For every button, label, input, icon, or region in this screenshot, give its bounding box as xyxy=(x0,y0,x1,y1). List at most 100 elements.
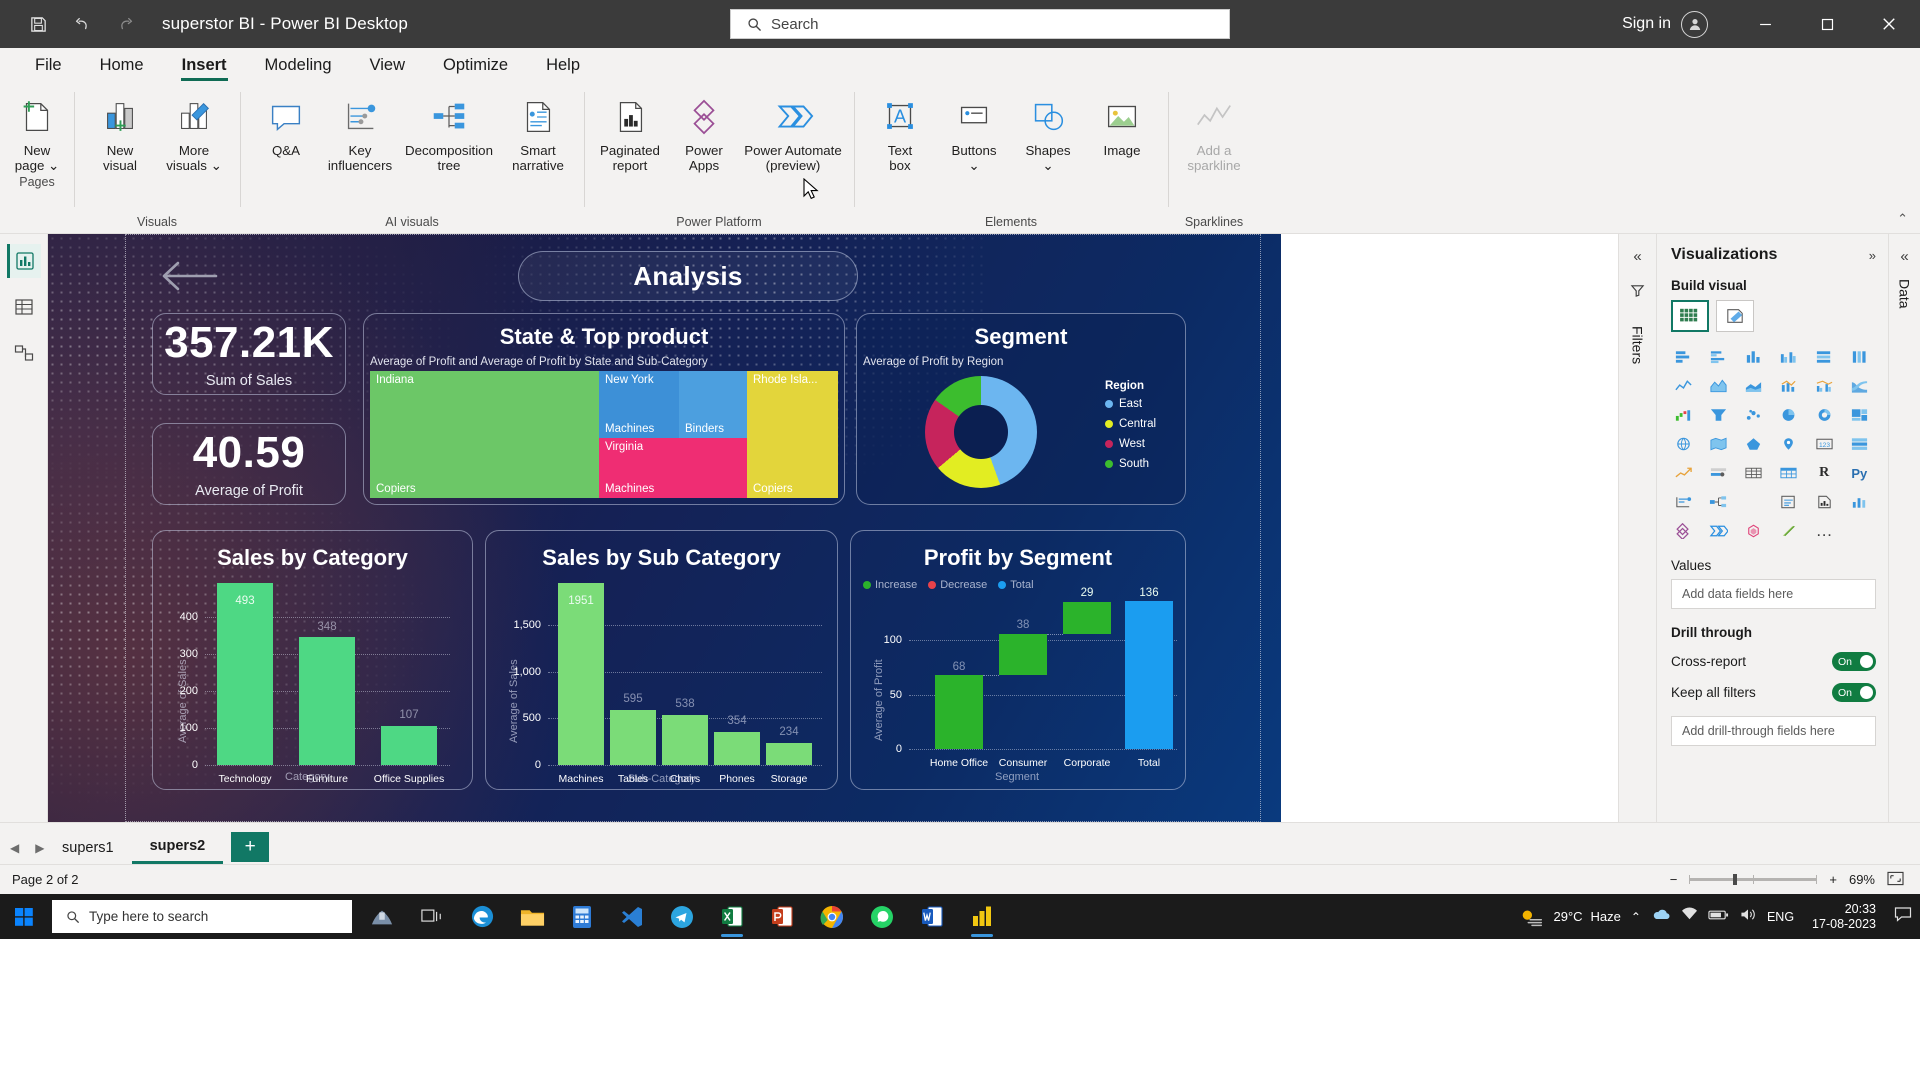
minimize-button[interactable] xyxy=(1734,0,1796,48)
treemap-subtile-binders[interactable]: Binders xyxy=(679,371,747,438)
bar-chairs[interactable] xyxy=(662,714,708,765)
build-fields-tab[interactable] xyxy=(1671,300,1709,332)
save-icon[interactable] xyxy=(18,7,58,41)
scatter-chart-icon[interactable] xyxy=(1741,404,1766,426)
chrome-icon[interactable] xyxy=(808,894,856,939)
powerpoint-icon[interactable] xyxy=(758,894,806,939)
donut-legend-item-east[interactable]: East xyxy=(1105,398,1156,410)
kpi-card-sum-of-sales[interactable]: 357.21K Sum of Sales xyxy=(152,313,346,395)
notification-icon[interactable] xyxy=(1894,906,1912,927)
treemap-subtile-machines[interactable]: New York Machines xyxy=(599,371,679,438)
report-canvas-wrapper[interactable]: Analysis 357.21K Sum of Sales 40.59 Aver… xyxy=(48,234,1618,822)
report-canvas[interactable]: Analysis 357.21K Sum of Sales 40.59 Aver… xyxy=(48,234,1281,822)
shapes-button[interactable]: Shapes ⌄ xyxy=(1011,90,1085,177)
ribbon-tab-optimize[interactable]: Optimize xyxy=(424,48,527,82)
smart-narrative-icon[interactable] xyxy=(1776,491,1801,513)
calculator-icon[interactable] xyxy=(558,894,606,939)
qa-button[interactable]: Q&A xyxy=(249,90,323,163)
decomposition-tree-icon[interactable] xyxy=(1706,491,1731,513)
file-explorer-icon[interactable] xyxy=(508,894,556,939)
treemap-visual[interactable]: State & Top product Average of Profit an… xyxy=(363,313,845,505)
next-page-icon[interactable]: ▶ xyxy=(35,841,44,855)
ribbon-tab-modeling[interactable]: Modeling xyxy=(246,48,351,82)
profit-by-segment-visual[interactable]: Profit by Segment Increase Decrease Tota… xyxy=(850,530,1186,790)
power-automate-button[interactable]: Power Automate (preview) xyxy=(741,90,845,177)
page-tab-supers2[interactable]: supers2 xyxy=(131,831,224,864)
zoom-out-button[interactable]: − xyxy=(1670,872,1678,887)
r-script-visual-icon[interactable]: R xyxy=(1812,462,1837,484)
filters-pane-label[interactable]: Filters xyxy=(1630,326,1646,364)
excel-icon[interactable] xyxy=(708,894,756,939)
build-format-tab[interactable] xyxy=(1716,300,1754,332)
line-stacked-column-icon[interactable] xyxy=(1776,375,1801,397)
bar-furniture[interactable] xyxy=(299,636,355,765)
treemap-tile-new-york[interactable]: New York Machines Binders xyxy=(599,371,747,438)
powerbi-icon[interactable] xyxy=(958,894,1006,939)
power-apps-button[interactable]: Power Apps xyxy=(667,90,741,177)
metrics-icon[interactable] xyxy=(1847,491,1872,513)
bar-phones[interactable] xyxy=(714,732,760,765)
data-pane-label[interactable]: Data xyxy=(1897,279,1913,309)
chevron-up-icon[interactable]: ⌃ xyxy=(1631,910,1641,924)
zoom-slider[interactable] xyxy=(1689,874,1818,885)
matrix-icon[interactable] xyxy=(1776,462,1801,484)
taskbar-clock[interactable]: 20:33 17-08-2023 xyxy=(1804,902,1884,932)
drill-through-dropzone[interactable]: Add drill-through fields here xyxy=(1671,716,1876,746)
zoom-slider-thumb[interactable] xyxy=(1733,874,1738,885)
clustered-column-chart-icon[interactable] xyxy=(1776,346,1801,368)
paginated-report-button[interactable]: Paginated report xyxy=(593,90,667,177)
cortana-icon[interactable] xyxy=(358,894,406,939)
waterfall-legend-decrease[interactable]: Decrease xyxy=(928,579,987,591)
edge-icon[interactable] xyxy=(458,894,506,939)
stacked-column-chart-icon[interactable] xyxy=(1741,346,1766,368)
ribbon-tab-insert[interactable]: Insert xyxy=(163,48,246,82)
expand-visualizations-icon[interactable]: » xyxy=(1869,248,1876,263)
ribbon-chart-icon[interactable] xyxy=(1847,375,1872,397)
card-icon[interactable]: 123 xyxy=(1812,433,1837,455)
waterfall-bar-consumer[interactable] xyxy=(999,633,1047,675)
slicer-icon[interactable] xyxy=(1706,462,1731,484)
donut-legend-item-west[interactable]: West xyxy=(1105,438,1156,450)
waterfall-bar-corporate[interactable] xyxy=(1063,602,1111,634)
task-view-icon[interactable] xyxy=(408,894,456,939)
stacked-area-chart-icon[interactable] xyxy=(1741,375,1766,397)
shape-map-icon[interactable] xyxy=(1741,433,1766,455)
more-options-icon[interactable]: … xyxy=(1812,520,1837,542)
sidebar-item-model-view[interactable] xyxy=(7,336,41,370)
line-chart-icon[interactable] xyxy=(1671,375,1696,397)
whatsapp-icon[interactable] xyxy=(858,894,906,939)
collapse-filters-icon[interactable]: « xyxy=(1633,248,1641,265)
sales-by-subcategory-visual[interactable]: Sales by Sub Category Average of Sales 0… xyxy=(485,530,838,790)
waterfall-legend-total[interactable]: Total xyxy=(998,579,1034,591)
battery-icon[interactable] xyxy=(1708,908,1729,926)
100-stacked-column-icon[interactable] xyxy=(1847,346,1872,368)
values-dropzone[interactable]: Add data fields here xyxy=(1671,579,1876,609)
azure-map-icon[interactable] xyxy=(1776,433,1801,455)
treemap-tile-virginia[interactable]: Virginia Machines xyxy=(599,438,747,498)
treemap-icon[interactable] xyxy=(1847,404,1872,426)
ribbon-tab-file[interactable]: File xyxy=(16,48,81,82)
windows-start-icon[interactable] xyxy=(0,894,48,939)
qa-visual-icon[interactable] xyxy=(1741,491,1766,513)
clustered-bar-chart-icon[interactable] xyxy=(1706,346,1731,368)
sign-in-button[interactable]: Sign in xyxy=(1622,10,1708,38)
filter-icon[interactable] xyxy=(1630,283,1645,302)
sidebar-item-report-view[interactable] xyxy=(6,244,41,278)
paginated-report-icon[interactable] xyxy=(1812,491,1837,513)
more-visuals-button[interactable]: More visuals ⌄ xyxy=(157,90,231,177)
fit-to-page-icon[interactable] xyxy=(1887,871,1904,889)
donut-legend-item-south[interactable]: South xyxy=(1105,458,1156,470)
close-button[interactable] xyxy=(1858,0,1920,48)
maximize-button[interactable] xyxy=(1796,0,1858,48)
back-arrow-icon[interactable] xyxy=(160,259,218,293)
pie-chart-icon[interactable] xyxy=(1776,404,1801,426)
collapse-data-icon[interactable]: « xyxy=(1900,248,1908,265)
donut-chart[interactable] xyxy=(925,376,1037,488)
waterfall-chart-icon[interactable] xyxy=(1671,404,1696,426)
table-icon[interactable] xyxy=(1741,462,1766,484)
ribbon-tab-view[interactable]: View xyxy=(351,48,424,82)
sales-by-category-visual[interactable]: Sales by Category Average of Sales 0 100… xyxy=(152,530,473,790)
bar-storage[interactable] xyxy=(766,743,812,765)
treemap-tile-indiana[interactable]: Indiana Copiers xyxy=(370,371,599,498)
new-page-button[interactable]: New page ⌄ xyxy=(0,90,74,177)
